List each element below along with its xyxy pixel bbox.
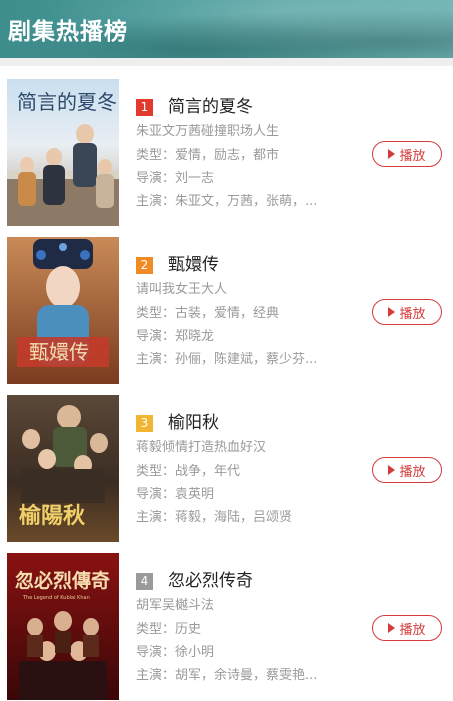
poster-image[interactable]: 简言的夏冬 [7, 79, 119, 226]
director-row: 导演：徐小明 [136, 645, 214, 661]
play-icon [388, 149, 396, 159]
genre-value: 爱情，励志，都市 [175, 148, 280, 163]
show-title[interactable]: 甄嬛传 [168, 255, 219, 275]
list-item[interactable]: 简言的夏冬 1 简言的夏冬 朱亚文万茜碰撞职场人生 类型：爱情，励志，都市 导演… [0, 66, 453, 226]
svg-text:The Legend of Kublai Khan: The Legend of Kublai Khan [22, 595, 90, 601]
director-row: 导演：刘一志 [136, 171, 214, 187]
director-value: 郑晓龙 [175, 329, 215, 344]
cast-row: 主演：朱亚文，万茜，张萌，... [136, 194, 317, 210]
director-label: 导演： [136, 329, 176, 344]
genre-row: 类型：爱情，励志，都市 [136, 148, 279, 164]
play-button-label: 播放 [399, 306, 426, 322]
rank-badge: 2 [136, 256, 153, 274]
rank-badge: 3 [136, 414, 153, 432]
header-banner: 剧集热播榜 [0, 0, 453, 58]
show-title[interactable]: 忽必烈传奇 [168, 571, 253, 591]
show-title[interactable]: 榆阳秋 [168, 413, 219, 433]
genre-label: 类型： [136, 464, 176, 479]
show-tagline: 蒋毅倾情打造热血好汉 [136, 440, 267, 455]
genre-value: 战争，年代 [175, 464, 241, 479]
play-button-label: 播放 [399, 148, 426, 164]
director-row: 导演：郑晓龙 [136, 329, 214, 345]
cast-label: 主演： [136, 194, 176, 209]
poster-image[interactable]: 榆陽秋 [7, 395, 119, 542]
director-label: 导演： [136, 487, 176, 502]
genre-label: 类型： [136, 622, 176, 637]
show-title[interactable]: 简言的夏冬 [168, 97, 253, 117]
director-label: 导演： [136, 645, 176, 660]
genre-value: 历史 [175, 622, 202, 637]
cast-value: 蒋毅，海陆，吕颂贤 [175, 510, 293, 525]
director-row: 导演：袁英明 [136, 487, 214, 503]
list-item[interactable]: 甄嬛传 2 甄嬛传 请叫我女王大人 类型：古装，爱情，经典 导演：郑晓龙 主演：… [0, 224, 453, 384]
play-button[interactable]: 播放 [372, 141, 442, 167]
genre-row: 类型：古装，爱情，经典 [136, 306, 279, 322]
rank-badge: 1 [136, 98, 153, 116]
play-icon [388, 307, 396, 317]
cast-row: 主演：蒋毅，海陆，吕颂贤 [136, 510, 292, 526]
svg-text:榆陽秋: 榆陽秋 [19, 503, 86, 529]
poster-image[interactable]: 忽必烈傳奇 The Legend of Kublai Khan [7, 553, 119, 700]
svg-text:忽必烈傳奇: 忽必烈傳奇 [15, 569, 110, 592]
poster-image[interactable]: 甄嬛传 [7, 237, 119, 384]
director-value: 刘一志 [175, 171, 215, 186]
play-button[interactable]: 播放 [372, 299, 442, 325]
genre-label: 类型： [136, 306, 176, 321]
play-button[interactable]: 播放 [372, 615, 442, 641]
genre-row: 类型：历史 [136, 622, 201, 638]
cast-value: 孙俪，陈建斌，蔡少芬... [175, 352, 318, 367]
list-item[interactable]: 榆陽秋 3 榆阳秋 蒋毅倾情打造热血好汉 类型：战争，年代 导演：袁英明 主演：… [0, 382, 453, 542]
cast-value: 胡军，余诗曼，蔡雯艳... [175, 668, 318, 683]
play-button[interactable]: 播放 [372, 457, 442, 483]
play-icon [388, 623, 396, 633]
page-title: 剧集热播榜 [8, 19, 128, 45]
play-button-label: 播放 [399, 622, 426, 638]
show-tagline: 朱亚文万茜碰撞职场人生 [136, 124, 280, 139]
play-button-label: 播放 [399, 464, 426, 480]
play-icon [388, 465, 396, 475]
genre-value: 古装，爱情，经典 [175, 306, 280, 321]
svg-text:甄嬛传: 甄嬛传 [29, 340, 89, 364]
list-item[interactable]: 忽必烈傳奇 The Legend of Kublai Khan 4 忽必烈传奇 … [0, 540, 453, 700]
cast-label: 主演： [136, 668, 176, 683]
ranking-list: 简言的夏冬 1 简言的夏冬 朱亚文万茜碰撞职场人生 类型：爱情，励志，都市 导演… [0, 66, 453, 701]
genre-row: 类型：战争，年代 [136, 464, 240, 480]
svg-text:简言的夏冬: 简言的夏冬 [17, 90, 117, 114]
director-value: 徐小明 [175, 645, 215, 660]
director-label: 导演： [136, 171, 176, 186]
cast-label: 主演： [136, 510, 176, 525]
show-tagline: 胡军吴樾斗法 [136, 598, 215, 613]
genre-label: 类型： [136, 148, 176, 163]
cast-label: 主演： [136, 352, 176, 367]
cast-value: 朱亚文，万茜，张萌，... [175, 194, 318, 209]
show-tagline: 请叫我女王大人 [136, 282, 228, 297]
cast-row: 主演：孙俪，陈建斌，蔡少芬... [136, 352, 317, 368]
cast-row: 主演：胡军，余诗曼，蔡雯艳... [136, 668, 317, 684]
rank-badge: 4 [136, 572, 153, 590]
director-value: 袁英明 [175, 487, 215, 502]
